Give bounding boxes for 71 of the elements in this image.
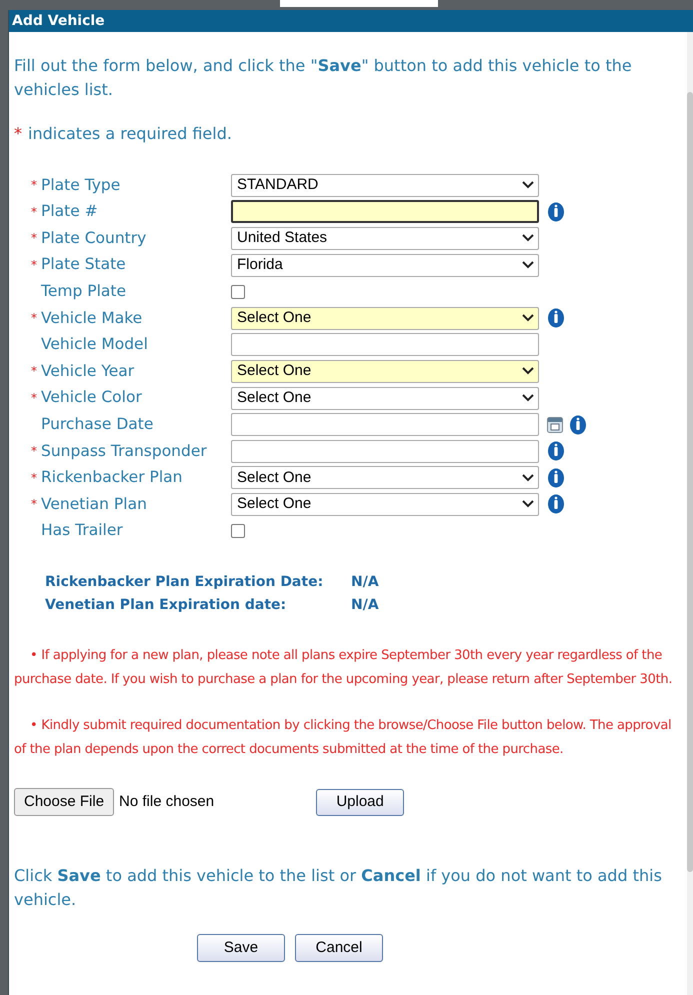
field-label: Vehicle Year <box>41 360 136 382</box>
info-icon[interactable] <box>569 414 587 435</box>
dialog-button[interactable]: Save <box>197 934 285 962</box>
field-label: Vehicle Color <box>41 387 143 408</box>
text-field[interactable] <box>231 440 539 463</box>
field-label: Purchase Date <box>41 414 154 436</box>
scrollbar[interactable] <box>687 32 693 995</box>
expiration-value: N/A <box>351 596 379 616</box>
text-field[interactable] <box>231 333 539 356</box>
checkbox[interactable] <box>231 284 245 299</box>
required-mark: * <box>31 177 37 194</box>
required-mark: * <box>31 390 37 408</box>
dropdown[interactable]: Florida <box>231 254 539 277</box>
required-mark: * <box>31 204 37 221</box>
field-label: Plate State <box>41 254 127 276</box>
field-label: Sunpass Transponder <box>41 440 208 462</box>
dropdown[interactable]: Select One <box>231 386 539 410</box>
footer-text: Click Save to add this vehicle to the list or Cancel if you do not want to add this vehicle. <box>14 865 663 912</box>
chevron-down-icon <box>522 500 534 508</box>
notice-text: • If applying for a new plan, please note all plans expire September 30th every year regardless of the purchase date. If you wish to purchase a plan for the upcoming year, please return after September 30th. <box>14 647 674 690</box>
checkbox[interactable] <box>231 524 245 538</box>
chevron-down-icon <box>522 394 534 402</box>
dropdown[interactable]: Select One <box>231 360 539 383</box>
dropdown[interactable]: Select One <box>231 492 539 516</box>
required-mark: * <box>31 470 37 487</box>
chevron-down-icon <box>522 181 534 190</box>
scrollbar-thumb[interactable] <box>687 92 693 872</box>
field-label: Plate Country <box>41 228 148 249</box>
notice-text: • Kindly submit required documentation by clicking the browse/Choose File button below. The approval of the plan depends upon the correct documents submitted at the time of the purchase. <box>14 717 672 760</box>
text-field[interactable] <box>231 200 539 224</box>
field-label: Venetian Plan <box>41 494 148 515</box>
chevron-down-icon <box>522 367 534 376</box>
required-note: indicates a required field. <box>28 123 232 145</box>
info-icon[interactable] <box>547 441 565 462</box>
calendar-icon[interactable] <box>547 416 563 433</box>
dropdown[interactable]: United States <box>231 226 539 250</box>
expiration-label: Rickenbacker Plan Expiration Date: <box>45 573 324 592</box>
window-title: Add Vehicle <box>12 12 105 30</box>
dropdown[interactable]: Select One <box>231 466 539 490</box>
info-icon[interactable] <box>547 494 565 514</box>
required-mark: * <box>31 363 37 380</box>
required-mark: * <box>31 257 37 274</box>
text-field[interactable] <box>231 413 539 436</box>
chevron-down-icon <box>522 261 534 270</box>
chevron-down-icon <box>522 474 534 482</box>
required-mark: * <box>14 123 22 145</box>
field-label: Vehicle Make <box>41 308 144 329</box>
field-label: Plate # <box>41 201 99 222</box>
chevron-down-icon <box>522 314 534 322</box>
dropdown[interactable]: Select One <box>231 306 539 330</box>
expiration-label: Venetian Plan Expiration date: <box>45 596 288 616</box>
required-mark: * <box>31 496 37 514</box>
upload-button[interactable]: Upload <box>316 788 404 816</box>
field-label: Rickenbacker Plan <box>41 467 184 488</box>
required-mark: * <box>31 443 37 460</box>
file-status: No file chosen <box>119 792 214 812</box>
required-mark: * <box>31 310 37 328</box>
info-icon[interactable] <box>547 308 565 328</box>
info-icon[interactable] <box>547 202 565 222</box>
required-mark: * <box>31 230 37 248</box>
field-label: Has Trailer <box>41 520 124 542</box>
field-label: Plate Type <box>41 174 122 196</box>
dialog-button[interactable]: Cancel <box>295 934 383 962</box>
dropdown[interactable]: STANDARD <box>231 174 539 197</box>
choose-file-button[interactable]: Choose File <box>14 788 114 816</box>
field-label: Temp Plate <box>41 281 128 302</box>
field-label: Vehicle Model <box>41 334 149 356</box>
info-icon[interactable] <box>547 468 565 488</box>
chevron-down-icon <box>522 234 534 242</box>
intro-text: Fill out the form below, and click the "Save" button to add this vehicle to the vehicles list. <box>14 55 633 101</box>
expiration-value: N/A <box>351 573 379 592</box>
